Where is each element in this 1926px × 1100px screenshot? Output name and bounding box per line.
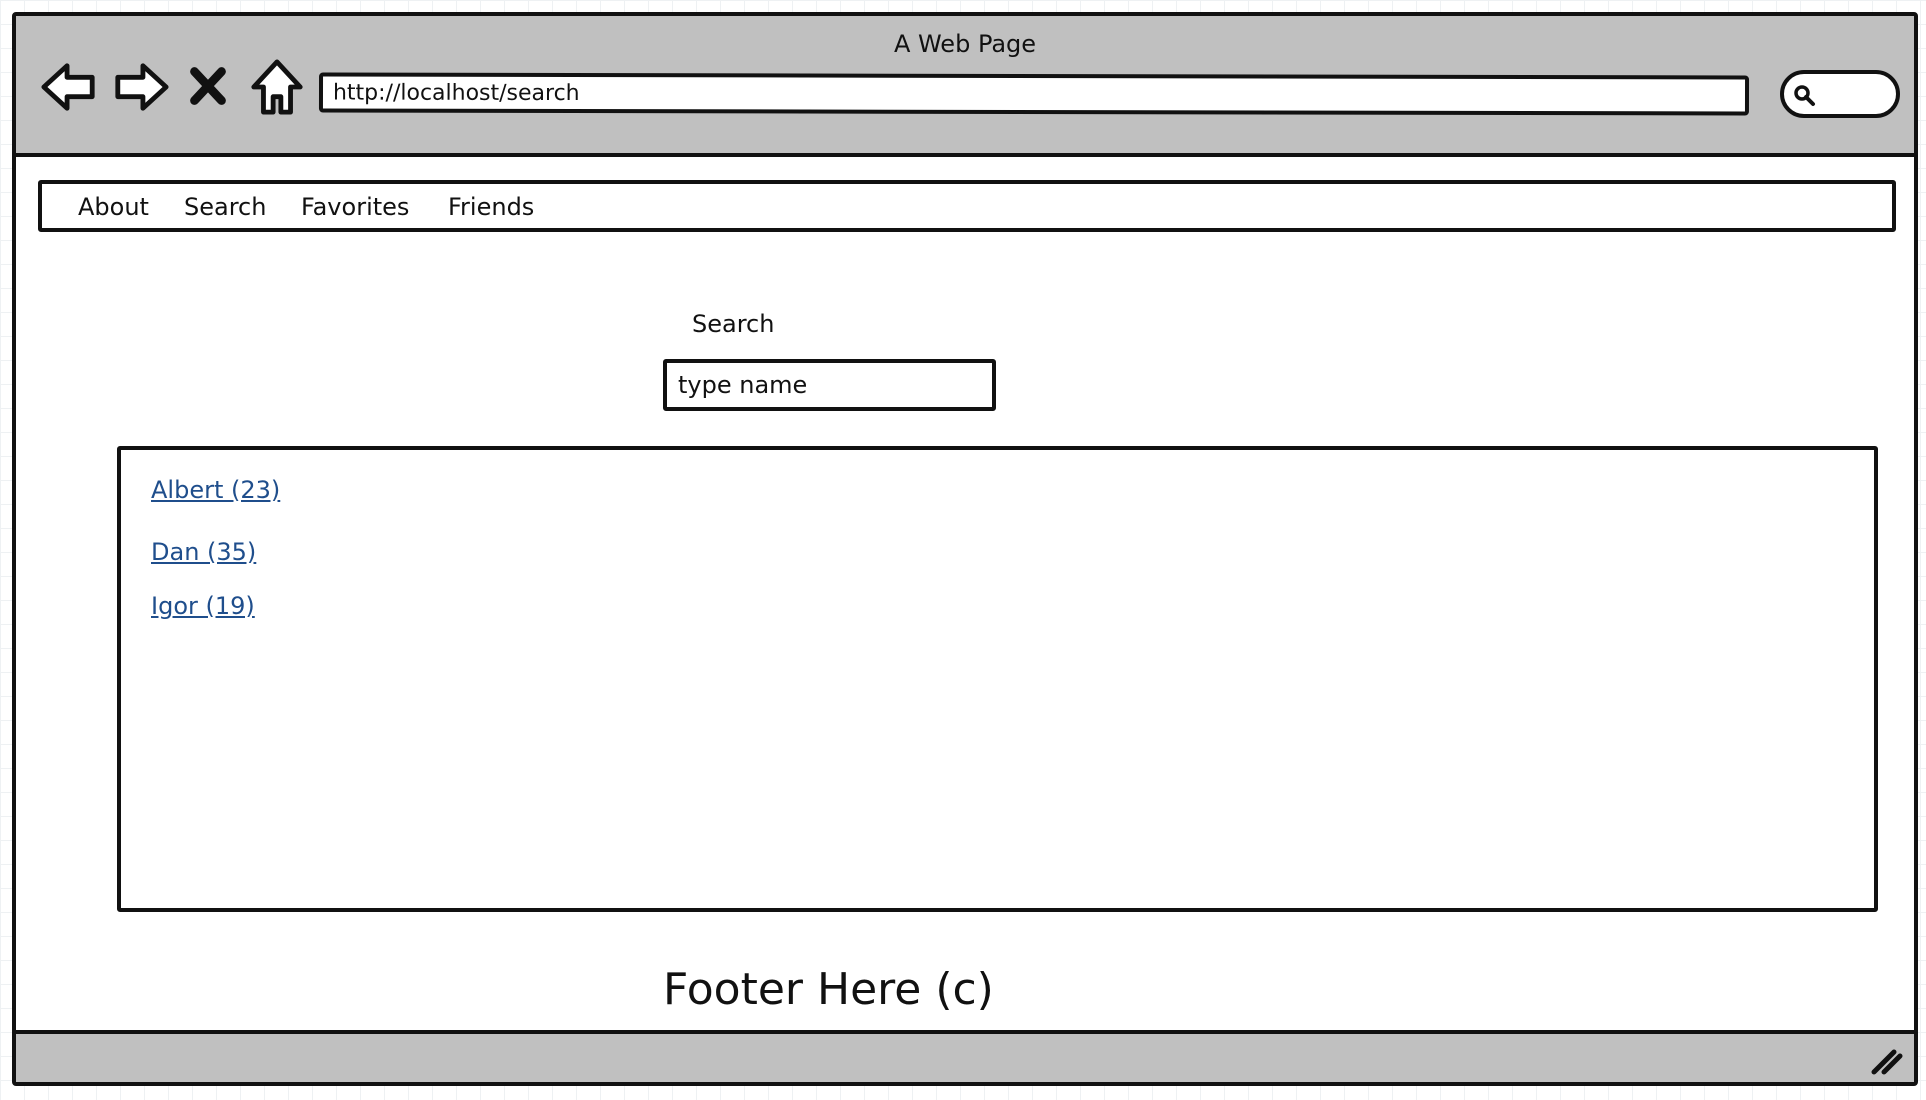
home-button[interactable] (248, 58, 306, 116)
forward-button[interactable] (112, 58, 170, 116)
search-heading: Search (692, 310, 775, 338)
address-bar[interactable]: http://localhost/search (318, 72, 1750, 116)
nav-item-search[interactable]: Search (184, 193, 266, 221)
result-link-igor[interactable]: Igor (19) (151, 592, 255, 620)
back-button[interactable] (40, 58, 98, 116)
nav-item-about[interactable]: About (78, 193, 149, 221)
home-icon (251, 59, 303, 115)
window-title: A Web Page (893, 30, 1037, 58)
nav-menu: About Search Favorites Friends (38, 180, 1896, 232)
nav-item-favorites[interactable]: Favorites (301, 193, 409, 221)
result-link-dan[interactable]: Dan (35) (151, 538, 256, 566)
stop-icon (190, 67, 226, 105)
result-link-albert[interactable]: Albert (23) (151, 476, 280, 504)
back-icon (41, 63, 95, 111)
stop-button[interactable] (186, 58, 230, 116)
search-input[interactable] (663, 359, 996, 411)
results-panel: Albert (23) Dan (35) Igor (19) (117, 446, 1878, 912)
forward-icon (115, 63, 169, 111)
browser-titlebar: A Web Page http://localhost/search (16, 16, 1914, 157)
search-icon (1794, 85, 1815, 106)
page-footer: Footer Here (c) (663, 964, 994, 1015)
resize-grip-icon[interactable] (1870, 1042, 1904, 1076)
browser-search-box[interactable] (1780, 70, 1900, 118)
browser-statusbar (16, 1030, 1914, 1082)
nav-item-friends[interactable]: Friends (448, 193, 534, 221)
browser-window: A Web Page http://localhost/search About… (12, 12, 1918, 1086)
